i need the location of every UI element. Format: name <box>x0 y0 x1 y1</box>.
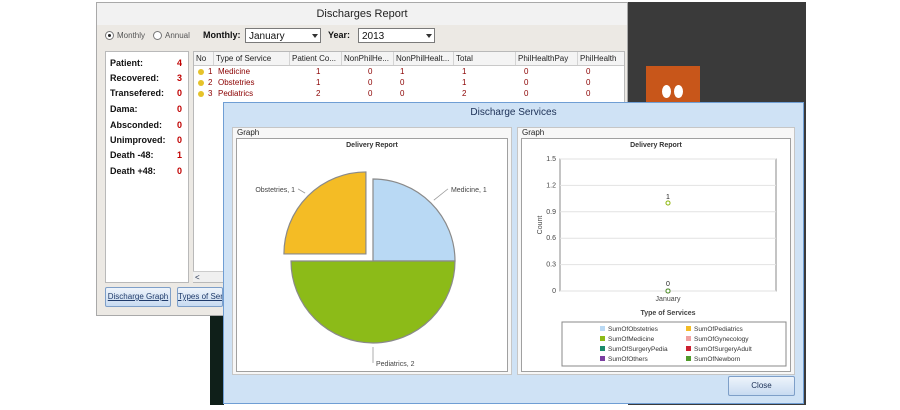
column-header[interactable]: PhilHealthPay <box>516 52 578 65</box>
stat-recovered: Recovered: 3 <box>110 73 182 83</box>
x-tick-label: January <box>656 296 681 303</box>
stat-death-plus-48: Death +48: 0 <box>110 166 182 176</box>
legend-entry: SumOfOthers <box>608 356 648 363</box>
legend-entry: SumOfGynecology <box>694 336 749 343</box>
y-axis-label: Count <box>537 216 544 235</box>
pie-graph-group: Graph Delivery Report Medicine, 1 Pediatr… <box>232 127 512 375</box>
scroll-left-icon[interactable]: < <box>195 273 200 282</box>
legend-swatch <box>686 326 691 331</box>
chevron-down-icon <box>312 34 318 38</box>
pie-slice-label: Medicine, 1 <box>451 187 487 194</box>
column-header[interactable]: Total <box>454 52 516 65</box>
plot-area <box>559 158 777 292</box>
radio-annual[interactable]: Annual <box>153 31 190 40</box>
radio-monthly[interactable]: Monthly <box>105 31 145 40</box>
types-of-service-button[interactable]: Types of Serv <box>177 287 223 307</box>
stat-patient: Patient: 4 <box>110 58 182 68</box>
y-tick-label: 1.5 <box>546 156 556 163</box>
tile-logo-icon <box>674 85 683 98</box>
table-row[interactable]: 3 Pediatrics 2 0 0 2 0 0 <box>194 89 624 99</box>
window-title: Discharge Services <box>470 107 557 118</box>
point-label: 1 <box>666 194 670 201</box>
legend-swatch <box>600 346 605 351</box>
y-tick-label: 0 <box>552 288 556 295</box>
stat-dama: Dama: 0 <box>110 104 182 114</box>
desktop-app-tile[interactable] <box>646 66 700 106</box>
row-status-icon <box>198 69 204 75</box>
column-header[interactable]: NonPhilHe... <box>342 52 394 65</box>
pie-slice-label: Pediatrics, 2 <box>376 361 415 368</box>
discharge-services-window: Discharge Services Graph Delivery Report… <box>223 102 804 404</box>
legend-swatch <box>600 356 605 361</box>
year-select[interactable]: 2013 <box>358 28 435 43</box>
pie-chart: Medicine, 1 Pediatrics, 2 Obstetries, 1 <box>255 171 487 368</box>
pie-slice <box>372 178 456 262</box>
chevron-down-icon <box>426 34 432 38</box>
stat-transferred: Transefered: 0 <box>110 88 182 98</box>
legend-swatch <box>600 336 605 341</box>
column-header[interactable]: Type of Service <box>214 52 290 65</box>
column-header[interactable]: Patient Co... <box>290 52 342 65</box>
table-row[interactable]: 2 Obstetries 1 0 0 1 0 0 <box>194 78 624 88</box>
line-graph-group: Graph Delivery Report 0 0.3 0.6 0.9 1.2 1.5 Co… <box>517 127 795 375</box>
column-header[interactable]: PhilHealth <box>578 52 624 65</box>
row-status-icon <box>198 80 204 86</box>
group-label: Graph <box>237 128 260 137</box>
pie-slice-label: Obstetries, 1 <box>255 187 295 194</box>
stat-death-minus-48: Death -48: 1 <box>110 150 182 160</box>
tile-logo-icon <box>662 85 671 98</box>
radio-selected-icon <box>105 31 114 40</box>
desktop-background-strip <box>210 316 224 405</box>
window-title: Discharges Report <box>97 3 627 25</box>
x-axis-label: Type of Services <box>640 310 695 317</box>
stat-unimproved: Unimproved: 0 <box>110 135 182 145</box>
legend-entry: SumOfSurgeryPedia <box>608 346 668 353</box>
y-tick-label: 0.9 <box>546 209 556 216</box>
pie-slice <box>283 171 367 255</box>
y-tick-label: 0.3 <box>546 262 556 269</box>
row-status-icon <box>198 91 204 97</box>
radio-unselected-icon <box>153 31 162 40</box>
table-header: No Type of Service Patient Co... NonPhil… <box>194 52 624 66</box>
pie-chart-panel: Delivery Report Medicine, 1 Pediatrics, 2… <box>236 138 508 372</box>
line-chart-panel: Delivery Report 0 0.3 0.6 0.9 1.2 1.5 Count Jan… <box>521 138 791 372</box>
table-row[interactable]: 1 Medicine 1 0 1 1 0 0 <box>194 67 624 77</box>
group-label: Graph <box>522 128 545 137</box>
legend-entry: SumOfMedicine <box>608 336 655 343</box>
legend-entry: SumOfSurgeryAdult <box>694 346 752 353</box>
discharge-stats-panel: Patient: 4 Recovered: 3 Transefered: 0 Dama… <box>105 51 189 283</box>
y-tick-label: 1.2 <box>546 182 556 189</box>
line-chart: 0 0.3 0.6 0.9 1.2 1.5 Count January Type of Serv… <box>537 156 787 367</box>
discharge-graph-button[interactable]: Discharge Graph <box>105 287 171 307</box>
legend-box <box>561 321 787 367</box>
column-header[interactable]: No <box>194 52 214 65</box>
data-point <box>665 288 671 294</box>
legend-entry: SumOfObstetries <box>608 326 659 333</box>
legend-entry: SumOfNewborn <box>694 356 741 363</box>
legend-swatch <box>686 356 691 361</box>
year-label: Year: <box>328 30 351 40</box>
legend-swatch <box>686 346 691 351</box>
stat-absconded: Absconded: 0 <box>110 120 182 130</box>
legend-swatch <box>686 336 691 341</box>
pie-leader-line <box>433 188 449 201</box>
monthly-label: Monthly: <box>203 30 241 40</box>
data-point <box>665 200 671 206</box>
month-select[interactable]: January <box>245 28 321 43</box>
close-button[interactable]: Close <box>728 376 795 396</box>
pie-leader-line <box>297 188 306 194</box>
legend-swatch <box>600 326 605 331</box>
point-label: 0 <box>666 281 670 288</box>
pie-slice <box>290 260 456 344</box>
y-tick-label: 0.6 <box>546 235 556 242</box>
legend-entry: SumOfPediatrics <box>694 326 744 333</box>
column-header[interactable]: NonPhilHealt... <box>394 52 454 65</box>
